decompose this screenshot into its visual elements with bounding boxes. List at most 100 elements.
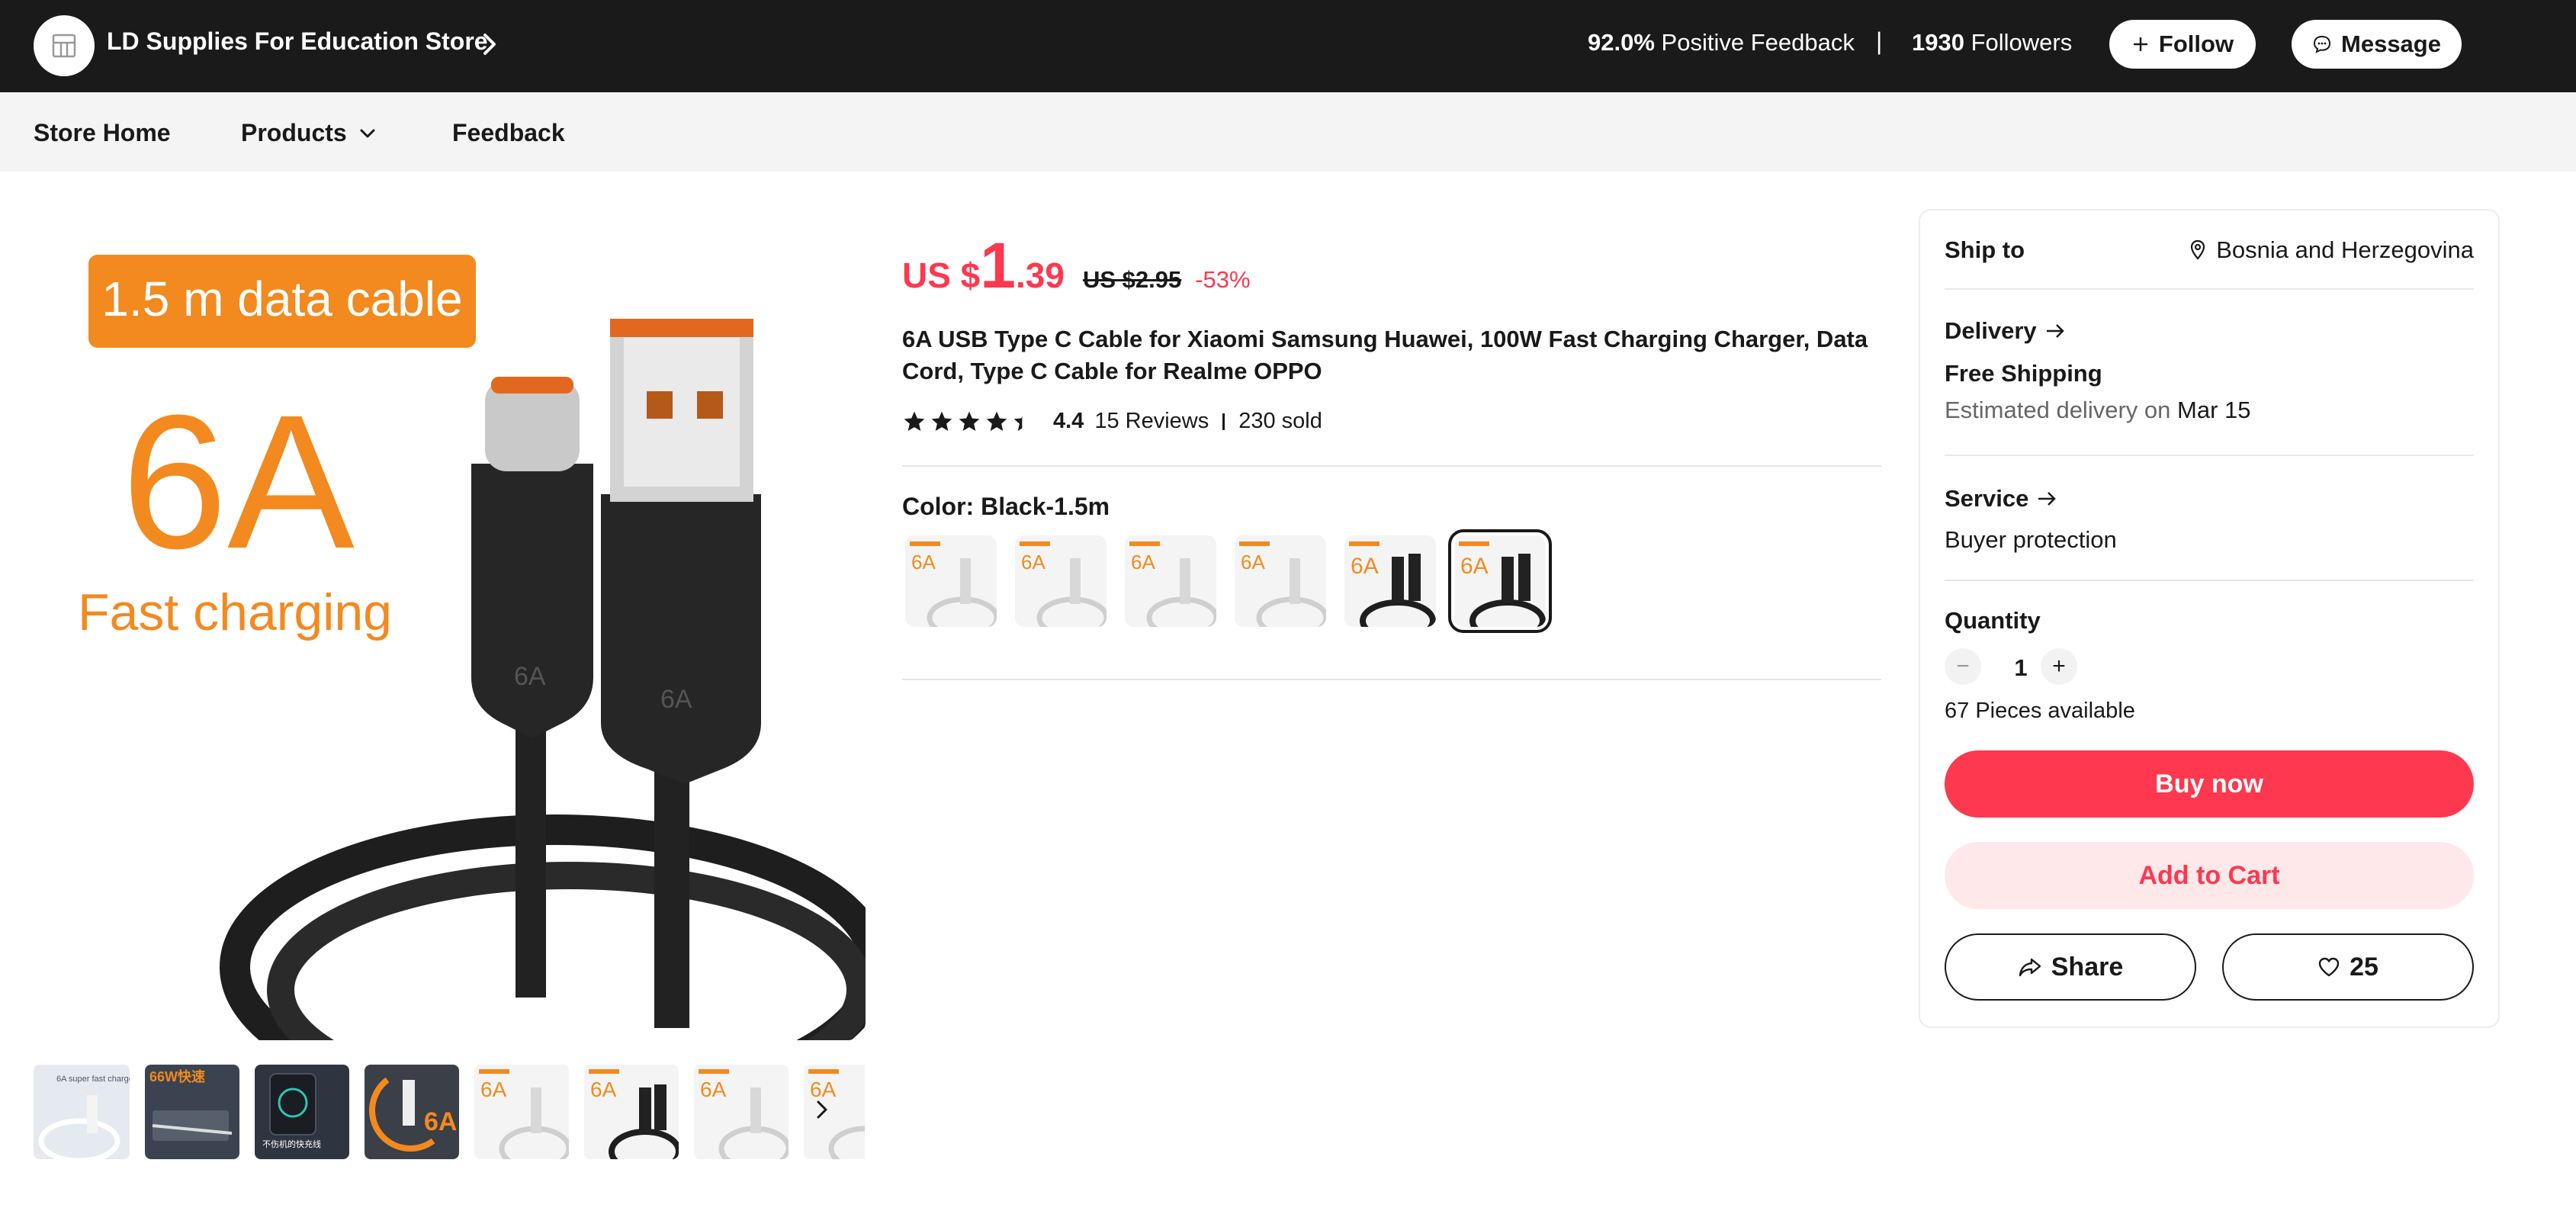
svg-text:6A: 6A bbox=[1241, 551, 1265, 573]
star-icon bbox=[959, 411, 980, 431]
product-title: 6A USB Type C Cable for Xiaomi Samsung H… bbox=[902, 326, 1868, 384]
svg-text:6A super fast charge: 6A super fast charge bbox=[56, 1075, 130, 1084]
share-icon bbox=[2019, 958, 2041, 977]
store-logo[interactable] bbox=[34, 15, 95, 76]
svg-text:6A: 6A bbox=[424, 1107, 457, 1136]
thumbnail-2[interactable]: 66W快速 bbox=[145, 1065, 239, 1159]
cable-label-usba: 6A bbox=[660, 685, 692, 714]
svg-text:6A: 6A bbox=[1131, 551, 1155, 573]
cable-label-typec: 6A bbox=[514, 662, 546, 691]
price-row: US $ 1 .39 US $2.95 -53% bbox=[902, 229, 1251, 303]
dark-box-thumb-icon: 66W快速 bbox=[145, 1065, 239, 1159]
quantity-increase-button[interactable]: + bbox=[2041, 648, 2077, 685]
thumbnail-6[interactable]: 6A bbox=[584, 1065, 679, 1159]
rating-value: 4.4 bbox=[1053, 409, 1084, 433]
buyer-protection: Buyer protection bbox=[1945, 526, 2117, 553]
delivery-link[interactable]: Delivery bbox=[1945, 317, 2066, 345]
ship-to-label: Ship to bbox=[1945, 236, 2025, 263]
header-separator: | bbox=[1876, 27, 1883, 55]
quantity-value[interactable]: 1 bbox=[2006, 654, 2036, 682]
black-cable-swatch-icon: 6A bbox=[1454, 535, 1546, 627]
estimated-date: Mar 15 bbox=[2177, 397, 2251, 423]
thumbnail-7[interactable]: 6A bbox=[694, 1065, 789, 1159]
star-icon bbox=[931, 411, 952, 431]
product-main-image[interactable]: 1.5 m data cable 6A Fast charging 6A 6A bbox=[67, 204, 866, 1040]
phone-thumb-icon: 不伤机的快充线 bbox=[255, 1065, 349, 1159]
service-label: Service bbox=[1945, 485, 2029, 512]
message-label: Message bbox=[2341, 31, 2441, 57]
big-6a-text: 6A bbox=[121, 375, 355, 588]
white-cable-thumb-icon: 6A bbox=[804, 1065, 865, 1159]
store-name-link[interactable]: LD Supplies For Education Store bbox=[107, 27, 488, 56]
price-decimal: .39 bbox=[1015, 255, 1065, 295]
divider bbox=[902, 679, 1881, 680]
wishlist-button[interactable]: 25 bbox=[2222, 933, 2474, 1001]
price-currency: US $ bbox=[902, 255, 981, 295]
white-cable-thumb-icon: 6A bbox=[694, 1065, 789, 1159]
color-label: Color: Black-1.5m bbox=[902, 493, 1110, 520]
free-shipping: Free Shipping bbox=[1945, 360, 2102, 387]
heart-icon bbox=[2318, 957, 2340, 977]
cable-illustration: 1.5 m data cable 6A Fast charging 6A 6A bbox=[78, 255, 866, 1040]
nav-products[interactable]: Products bbox=[241, 119, 377, 147]
pieces-available: 67 Pieces available bbox=[1945, 699, 2135, 723]
white-cable-swatch-icon: 6A bbox=[1015, 535, 1107, 627]
black-cable-thumb-icon: 6A bbox=[584, 1065, 679, 1159]
white-cable-swatch-icon: 6A bbox=[1125, 535, 1216, 627]
delivery-label: Delivery bbox=[1945, 317, 2037, 344]
star-icon bbox=[986, 411, 1007, 431]
thumbnail-4[interactable]: 6A bbox=[365, 1065, 459, 1159]
estimated-prefix: Estimated delivery on bbox=[1945, 397, 2171, 423]
message-button[interactable]: Message bbox=[2292, 20, 2462, 69]
thumbnail-3[interactable]: 不伤机的快充线 bbox=[255, 1065, 349, 1159]
color-swatch-2[interactable]: 6A bbox=[1015, 535, 1107, 627]
color-swatch-6-selected[interactable]: 6A bbox=[1448, 529, 1552, 633]
star-rating bbox=[902, 410, 1036, 434]
divider bbox=[1945, 455, 2474, 456]
chevron-down-icon bbox=[360, 129, 375, 137]
white-cable-thumb-icon: 6A super fast charge bbox=[34, 1065, 130, 1159]
white-cable-swatch-icon: 6A bbox=[905, 535, 997, 627]
sold-count: 230 sold bbox=[1238, 409, 1322, 433]
share-label: Share bbox=[2051, 952, 2124, 982]
store-nav: Store Home Products Feedback bbox=[0, 92, 2576, 172]
rating-row: 4.4 15 Reviews 230 sold bbox=[902, 409, 1322, 434]
share-button[interactable]: Share bbox=[1945, 933, 2196, 1001]
white-cable-thumb-icon: 6A bbox=[474, 1065, 569, 1159]
buy-now-button[interactable]: Buy now bbox=[1945, 750, 2474, 818]
quantity-decrease-button[interactable]: − bbox=[1945, 648, 1981, 685]
nav-feedback[interactable]: Feedback bbox=[452, 119, 565, 147]
color-swatch-1[interactable]: 6A bbox=[905, 535, 997, 627]
chevron-right-icon[interactable] bbox=[814, 1098, 830, 1121]
ship-to-selector[interactable]: Bosnia and Herzegovina bbox=[2189, 236, 2474, 264]
feedback-value: 92.0% bbox=[1588, 29, 1655, 56]
ship-to-country: Bosnia and Herzegovina bbox=[2216, 236, 2474, 263]
star-icon bbox=[904, 411, 925, 431]
thumbnail-5[interactable]: 6A bbox=[474, 1065, 569, 1159]
nav-store-home[interactable]: Store Home bbox=[34, 119, 171, 147]
thumbnail-8[interactable]: 6A bbox=[804, 1065, 865, 1159]
color-swatch-3[interactable]: 6A bbox=[1125, 535, 1216, 627]
svg-text:66W快速: 66W快速 bbox=[149, 1068, 205, 1084]
reviews-link[interactable]: 15 Reviews bbox=[1094, 409, 1209, 434]
follow-button[interactable]: Follow bbox=[2109, 20, 2256, 69]
svg-text:不伤机的快充线: 不伤机的快充线 bbox=[262, 1139, 321, 1149]
add-to-cart-button[interactable]: Add to Cart bbox=[1945, 842, 2474, 909]
chevron-right-icon[interactable] bbox=[480, 31, 499, 58]
color-swatch-5[interactable]: 6A bbox=[1344, 535, 1436, 627]
svg-text:6A: 6A bbox=[911, 551, 936, 573]
banner-text: 1.5 m data cable bbox=[101, 271, 462, 326]
thumbnail-1[interactable]: 6A super fast charge bbox=[34, 1065, 130, 1159]
quantity-label: Quantity bbox=[1945, 607, 2041, 634]
followers-value: 1930 bbox=[1912, 29, 1964, 56]
star-partial-icon bbox=[1013, 416, 1023, 431]
white-cable-swatch-icon: 6A bbox=[1235, 535, 1326, 627]
svg-text:6A: 6A bbox=[1460, 554, 1489, 579]
followers-count: 1930 Followers bbox=[1912, 29, 2072, 56]
store-header: LD Supplies For Education Store 92.0% Po… bbox=[0, 0, 2576, 92]
color-swatch-4[interactable]: 6A bbox=[1235, 535, 1326, 627]
rating-divider bbox=[1222, 413, 1225, 430]
divider bbox=[1945, 288, 2474, 290]
service-link[interactable]: Service bbox=[1945, 485, 2057, 512]
svg-text:6A: 6A bbox=[480, 1078, 507, 1101]
